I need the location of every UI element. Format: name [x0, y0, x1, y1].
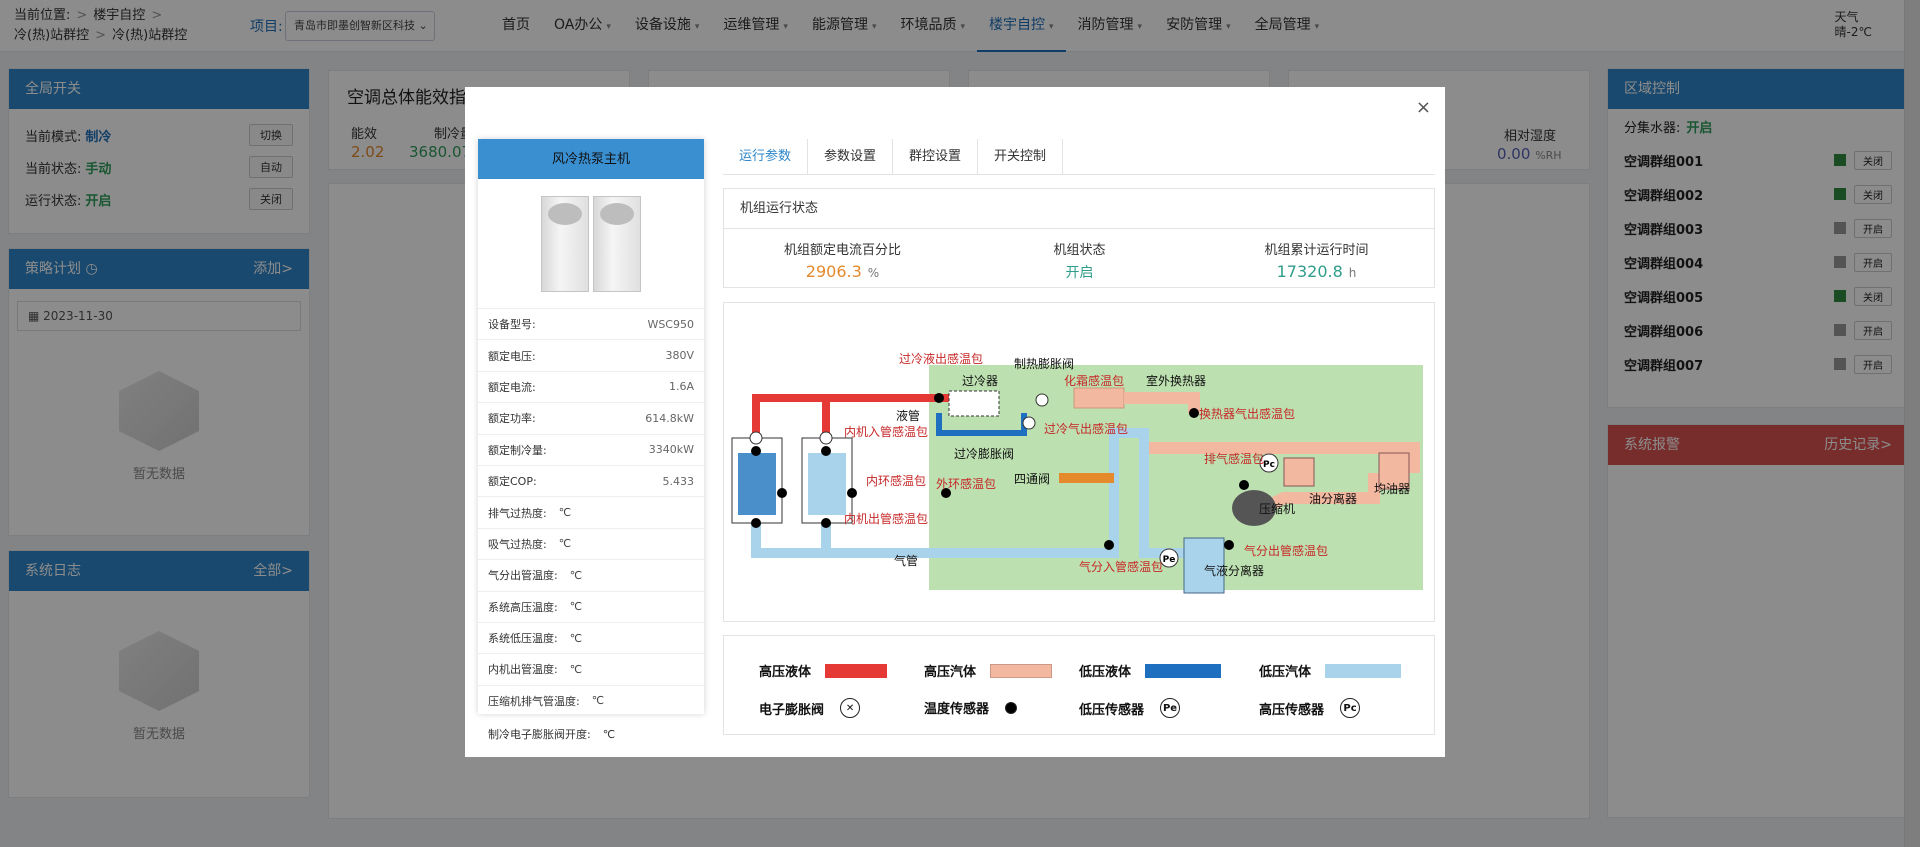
svg-text:内环感温包: 内环感温包 — [866, 473, 926, 488]
legend-hp-gas: 高压汽体 — [924, 661, 1053, 680]
legend-lp-liquid: 低压液体 — [1079, 661, 1222, 680]
svg-text:内机入管感温包: 内机入管感温包 — [844, 424, 928, 439]
current-percent-stat: 机组额定电流百分比 2906.3% — [783, 243, 901, 281]
param-row: 系统低压温度: ℃ — [478, 623, 704, 655]
modal-tabs: 运行参数 参数设置 群控设置 开关控制 — [723, 139, 1435, 175]
param-row: 压缩机排气管温度: ℃ — [478, 686, 704, 714]
param-row: 设备型号: WSC950 — [478, 309, 704, 341]
svg-text:液管: 液管 — [896, 408, 920, 423]
tab-group-settings[interactable]: 群控设置 — [893, 139, 979, 174]
svg-text:过冷气出感温包: 过冷气出感温包 — [1044, 421, 1128, 436]
param-row: 吸气过热度: ℃ — [478, 529, 704, 561]
svg-text:气分入管感温包: 气分入管感温包 — [1079, 559, 1163, 574]
param-row: 额定制冷量: 3340kW — [478, 435, 704, 466]
four-way-valve — [1059, 473, 1114, 483]
svg-text:制热膨胀阀: 制热膨胀阀 — [1014, 357, 1074, 371]
exv-symbol-icon: ✕ — [840, 698, 861, 718]
unit-status-title: 机组运行状态 — [724, 189, 1434, 229]
legend-temp: 温度传感器 — [924, 698, 1018, 717]
param-row: 内机出管温度: ℃ — [478, 654, 704, 686]
svg-text:室外换热器: 室外换热器 — [1146, 373, 1206, 388]
svg-text:过冷器: 过冷器 — [962, 374, 998, 388]
subcooler — [948, 390, 1000, 417]
param-row: 排气过热度: ℃ — [478, 497, 704, 529]
svg-text:Pc: Pc — [1263, 460, 1275, 470]
device-modal: × 风冷热泵主机 设备型号: WSC950 额定电压: 380V 额定电流: 1.6A… — [465, 87, 1445, 757]
svg-text:气液分离器: 气液分离器 — [1204, 563, 1264, 578]
param-row: 额定功率: 614.8kW — [478, 403, 704, 435]
unit-status-box: 机组运行状态 机组额定电流百分比 2906.3% 机组状态 开启 机组累计运行时… — [723, 188, 1435, 288]
svg-text:气管: 气管 — [894, 553, 918, 568]
param-row: 额定电流: 1.6A — [478, 372, 704, 404]
oil-separator — [1283, 457, 1315, 487]
close-icon[interactable]: × — [1416, 97, 1431, 118]
diagram-legend: 高压液体 高压汽体 低压液体 低压汽体 电子膨胀阀 ✕ 温度传感器 低压传感器 Pe… — [723, 635, 1435, 735]
refrigerant-diagram: Pe Pc 过冷液出感温包 制热膨胀阀 过冷器 化霜感温包 室外换热器 液管 内… — [723, 302, 1435, 622]
svg-text:油分离器: 油分离器 — [1309, 491, 1357, 506]
legend-hp-liquid: 高压液体 — [759, 661, 888, 680]
param-row: 系统高压温度: ℃ — [478, 592, 704, 623]
svg-text:过冷膨胀阀: 过冷膨胀阀 — [954, 447, 1014, 461]
heat-pump-image — [478, 179, 704, 309]
legend-exv: 电子膨胀阀 ✕ — [759, 698, 861, 718]
param-row: 额定COP: 5.433 — [478, 466, 704, 498]
device-title: 风冷热泵主机 — [478, 139, 704, 179]
device-card: 风冷热泵主机 设备型号: WSC950 额定电压: 380V 额定电流: 1.6A 额… — [478, 139, 704, 714]
svg-text:内机出管感温包: 内机出管感温包 — [844, 511, 928, 526]
legend-lp-gas: 低压汽体 — [1259, 661, 1402, 680]
lp-sensor-icon: Pe — [1160, 698, 1181, 718]
tab-run-params[interactable]: 运行参数 — [723, 139, 809, 174]
svg-text:Pe: Pe — [1163, 555, 1176, 565]
tab-switch-control[interactable]: 开关控制 — [978, 139, 1064, 174]
param-row-overflow: 制冷电子膨胀阀开度: ℃ — [488, 728, 616, 741]
unit-state-stat: 机组状态 开启 — [1053, 243, 1106, 281]
svg-text:压缩机: 压缩机 — [1259, 501, 1295, 516]
legend-hp-sensor: 高压传感器 Pc — [1259, 698, 1361, 718]
legend-lp-sensor: 低压传感器 Pe — [1079, 698, 1181, 718]
runtime-stat: 机组累计运行时间 17320.8 h — [1264, 243, 1369, 281]
svg-text:过冷液出感温包: 过冷液出感温包 — [899, 351, 983, 366]
svg-text:排气感温包: 排气感温包 — [1204, 451, 1264, 466]
system-schematic: Pe Pc 过冷液出感温包 制热膨胀阀 过冷器 化霜感温包 室外换热器 液管 内… — [731, 351, 1423, 594]
svg-text:四通阀: 四通阀 — [1014, 472, 1050, 486]
svg-text:外环感温包: 外环感温包 — [936, 476, 996, 491]
svg-text:换热器气出感温包: 换热器气出感温包 — [1199, 406, 1295, 421]
svg-text:气分出管感温包: 气分出管感温包 — [1244, 543, 1328, 558]
svg-text:化霜感温包: 化霜感温包 — [1064, 373, 1124, 388]
tab-param-settings[interactable]: 参数设置 — [808, 139, 894, 174]
param-row: 气分出管温度: ℃ — [478, 560, 704, 592]
param-row: 额定电压: 380V — [478, 340, 704, 372]
svg-text:均油器: 均油器 — [1374, 482, 1410, 496]
hp-sensor-icon: Pc — [1340, 698, 1361, 718]
temp-sensor-icon — [1005, 701, 1018, 714]
